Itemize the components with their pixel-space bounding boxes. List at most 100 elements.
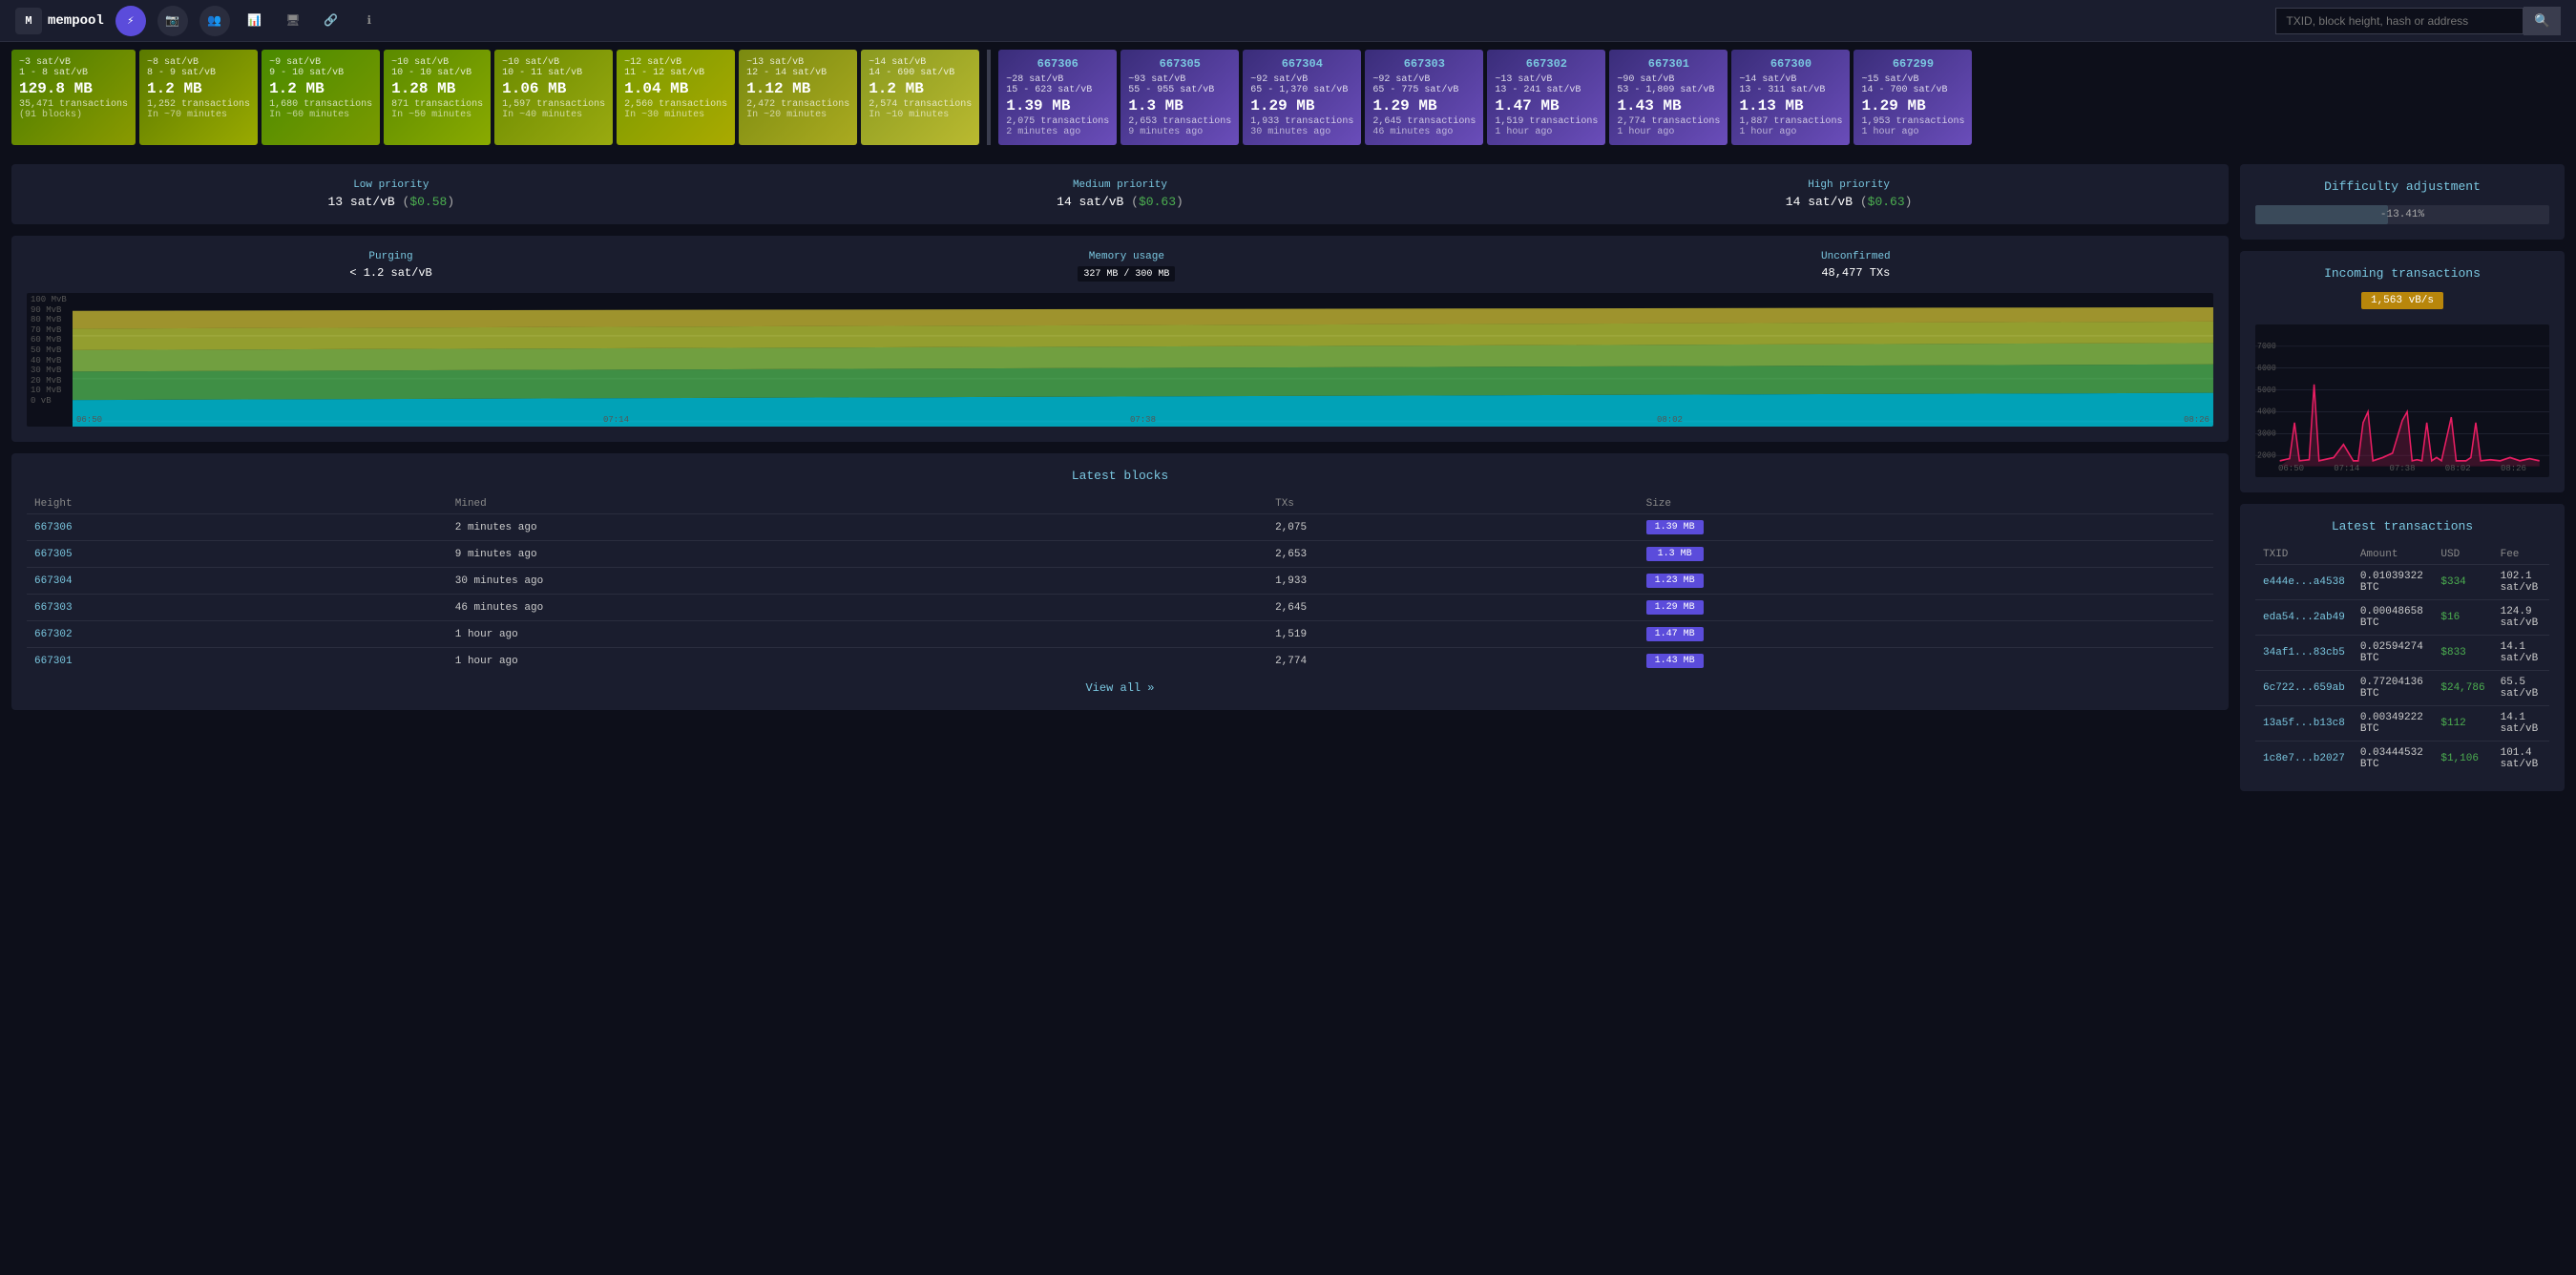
table-row: eda54...2ab49 0.00048658 BTC $16 124.9 s…: [2255, 600, 2549, 636]
block-height-cell[interactable]: 667305: [27, 541, 448, 568]
incoming-tx-card: Incoming transactions 1,563 vB/s 7000 60…: [2240, 251, 2565, 492]
mempool-block-2[interactable]: ~9 sat/vB 9 - 10 sat/vB 1.2 MB 1,680 tra…: [262, 50, 380, 145]
confirmed-block-667302[interactable]: 667302 ~13 sat/vB 13 - 241 sat/vB 1.47 M…: [1487, 50, 1605, 145]
block-height-cell[interactable]: 667302: [27, 621, 448, 648]
tx-id-cell[interactable]: 6c722...659ab: [2255, 671, 2353, 706]
search-input[interactable]: [2275, 8, 2524, 34]
svg-text:2000: 2000: [2257, 450, 2276, 461]
tx-amount-cell: 0.00048658 BTC: [2353, 600, 2434, 636]
col-mined: Mined: [448, 494, 1267, 514]
fee-low-value: 13 sat/vB ($0.58): [327, 195, 454, 209]
mempool-block-0[interactable]: ~3 sat/vB 1 - 8 sat/vB 129.8 MB 35,471 t…: [11, 50, 136, 145]
incoming-chart-area: 7000 6000 5000 4000 3000 2000 06:50 07:1…: [2255, 324, 2549, 477]
nav-icon-info[interactable]: ℹ: [356, 8, 383, 34]
tx-id-cell[interactable]: 13a5f...b13c8: [2255, 706, 2353, 742]
brand-icon: M: [15, 8, 42, 34]
nav-icon-people[interactable]: 👥: [199, 6, 230, 36]
fee-estimates-card: Low priority 13 sat/vB ($0.58) Medium pr…: [11, 164, 2229, 224]
search-button[interactable]: 🔍: [2524, 7, 2561, 35]
tx-fee-cell: 101.4 sat/vB: [2493, 742, 2549, 777]
col-usd: USD: [2433, 545, 2492, 565]
table-row: 667306 2 minutes ago 2,075 1.39 MB: [27, 514, 2213, 541]
block-height-cell[interactable]: 667301: [27, 648, 448, 675]
tx-id-cell[interactable]: 34af1...83cb5: [2255, 636, 2353, 671]
block-height-cell[interactable]: 667304: [27, 568, 448, 595]
mempool-block-3[interactable]: ~10 sat/vB 10 - 10 sat/vB 1.28 MB 871 tr…: [384, 50, 491, 145]
stat-purging: Purging < 1.2 sat/vB: [349, 251, 431, 282]
block-txs-cell: 1,519: [1267, 621, 1639, 648]
block-size-cell: 1.43 MB: [1639, 648, 2213, 675]
view-all-blocks[interactable]: View all »: [27, 681, 2213, 695]
confirmed-block-667303[interactable]: 667303 ~92 sat/vB 65 - 775 sat/vB 1.29 M…: [1365, 50, 1483, 145]
confirmed-block-667299[interactable]: 667299 ~15 sat/vB 14 - 700 sat/vB 1.29 M…: [1853, 50, 1972, 145]
tx-usd-cell: $1,106: [2433, 742, 2492, 777]
block-txs: 35,471 transactions: [19, 99, 128, 110]
block-txs-cell: 2,774: [1267, 648, 1639, 675]
unconfirmed-label: Unconfirmed: [1821, 251, 1891, 262]
block-size-cell: 1.39 MB: [1639, 514, 2213, 541]
confirmed-block-667306[interactable]: 667306 ~28 sat/vB 15 - 623 sat/vB 1.39 M…: [998, 50, 1117, 145]
fee-high: High priority 14 sat/vB ($0.63): [1786, 179, 1913, 209]
nav-icon-chart[interactable]: 📊: [241, 8, 268, 34]
tx-amount-cell: 0.77204136 BTC: [2353, 671, 2434, 706]
svg-text:5000: 5000: [2257, 385, 2276, 395]
left-panel: Low priority 13 sat/vB ($0.58) Medium pr…: [11, 164, 2229, 791]
latest-transactions-card: Latest transactions TXID Amount USD Fee …: [2240, 504, 2565, 791]
tx-amount-cell: 0.03444532 BTC: [2353, 742, 2434, 777]
confirmed-block-667301[interactable]: 667301 ~90 sat/vB 53 - 1,809 sat/vB 1.43…: [1609, 50, 1728, 145]
view-all-link[interactable]: View all »: [1085, 681, 1154, 695]
block-divider: [987, 50, 991, 145]
nav-icon-notifications[interactable]: ⚡: [115, 6, 146, 36]
block-fee-range2: 1 - 8 sat/vB: [19, 68, 128, 78]
block-mined-cell: 1 hour ago: [448, 648, 1267, 675]
tx-amount-cell: 0.01039322 BTC: [2353, 565, 2434, 600]
incoming-title: Incoming transactions: [2255, 266, 2549, 281]
navbar: M mempool ⚡ 📷 👥 📊 🖥 🔗 ℹ 🔍: [0, 0, 2576, 42]
tx-amount-cell: 0.00349222 BTC: [2353, 706, 2434, 742]
block-height-cell[interactable]: 667303: [27, 595, 448, 621]
brand-name: mempool: [48, 13, 104, 29]
table-row: 13a5f...b13c8 0.00349222 BTC $112 14.1 s…: [2255, 706, 2549, 742]
block-fee-range: ~3 sat/vB: [19, 57, 128, 68]
incoming-x-labels: 06:50 07:14 07:38 08:02 08:26: [2255, 462, 2549, 475]
tx-id-cell[interactable]: e444e...a4538: [2255, 565, 2353, 600]
svg-text:3000: 3000: [2257, 428, 2276, 439]
search-container: 🔍: [2275, 7, 2561, 35]
latest-blocks-title: Latest blocks: [27, 469, 2213, 483]
mempool-block-1[interactable]: ~8 sat/vB 8 - 9 sat/vB 1.2 MB 1,252 tran…: [139, 50, 258, 145]
tx-id-cell[interactable]: 1c8e7...b2027: [2255, 742, 2353, 777]
nav-icon-camera[interactable]: 📷: [157, 6, 188, 36]
confirmed-block-667300[interactable]: 667300 ~14 sat/vB 13 - 311 sat/vB 1.13 M…: [1731, 50, 1850, 145]
fee-medium: Medium priority 14 sat/vB ($0.63): [1057, 179, 1183, 209]
fee-high-label: High priority: [1786, 179, 1913, 191]
table-row: 34af1...83cb5 0.02594274 BTC $833 14.1 s…: [2255, 636, 2549, 671]
block-size-cell: 1.3 MB: [1639, 541, 2213, 568]
table-row: 667303 46 minutes ago 2,645 1.29 MB: [27, 595, 2213, 621]
mempool-block-4[interactable]: ~10 sat/vB 10 - 11 sat/vB 1.06 MB 1,597 …: [494, 50, 613, 145]
fee-high-value: 14 sat/vB ($0.63): [1786, 195, 1913, 209]
tx-id-cell[interactable]: eda54...2ab49: [2255, 600, 2353, 636]
mempool-chart-area: 100 MvB 90 MvB 80 MvB 70 MvB 60 MvB 50 M…: [27, 293, 2213, 427]
mempool-block-5[interactable]: ~12 sat/vB 11 - 12 sat/vB 1.04 MB 2,560 …: [617, 50, 735, 145]
mempool-block-7[interactable]: ~14 sat/vB 14 - 690 sat/vB 1.2 MB 2,574 …: [861, 50, 979, 145]
stat-memory: Memory usage 327 MB / 300 MB: [1078, 251, 1175, 282]
nav-icon-monitor[interactable]: 🖥: [280, 8, 306, 34]
unconfirmed-value: 48,477 TXs: [1821, 266, 1891, 280]
latest-blocks-card: Latest blocks Height Mined TXs Size 6673…: [11, 453, 2229, 710]
difficulty-bar-fill: [2255, 205, 2388, 224]
table-row: 667305 9 minutes ago 2,653 1.3 MB: [27, 541, 2213, 568]
blocks-row: ~3 sat/vB 1 - 8 sat/vB 129.8 MB 35,471 t…: [0, 42, 2576, 153]
tx-fee-cell: 14.1 sat/vB: [2493, 706, 2549, 742]
block-height-cell[interactable]: 667306: [27, 514, 448, 541]
col-fee: Fee: [2493, 545, 2549, 565]
confirmed-block-667304[interactable]: 667304 ~92 sat/vB 65 - 1,370 sat/vB 1.29…: [1243, 50, 1361, 145]
mempool-block-6[interactable]: ~13 sat/vB 12 - 14 sat/vB 1.12 MB 2,472 …: [739, 50, 857, 145]
confirmed-block-667305[interactable]: 667305 ~93 sat/vB 55 - 955 sat/vB 1.3 MB…: [1120, 50, 1239, 145]
block-mined-cell: 2 minutes ago: [448, 514, 1267, 541]
nav-icon-network[interactable]: 🔗: [318, 8, 345, 34]
table-row: 667301 1 hour ago 2,774 1.43 MB: [27, 648, 2213, 675]
col-txs: TXs: [1267, 494, 1639, 514]
col-amount: Amount: [2353, 545, 2434, 565]
chart-y-labels: 100 MvB 90 MvB 80 MvB 70 MvB 60 MvB 50 M…: [27, 293, 73, 408]
difficulty-card: Difficulty adjustment -13.41%: [2240, 164, 2565, 240]
